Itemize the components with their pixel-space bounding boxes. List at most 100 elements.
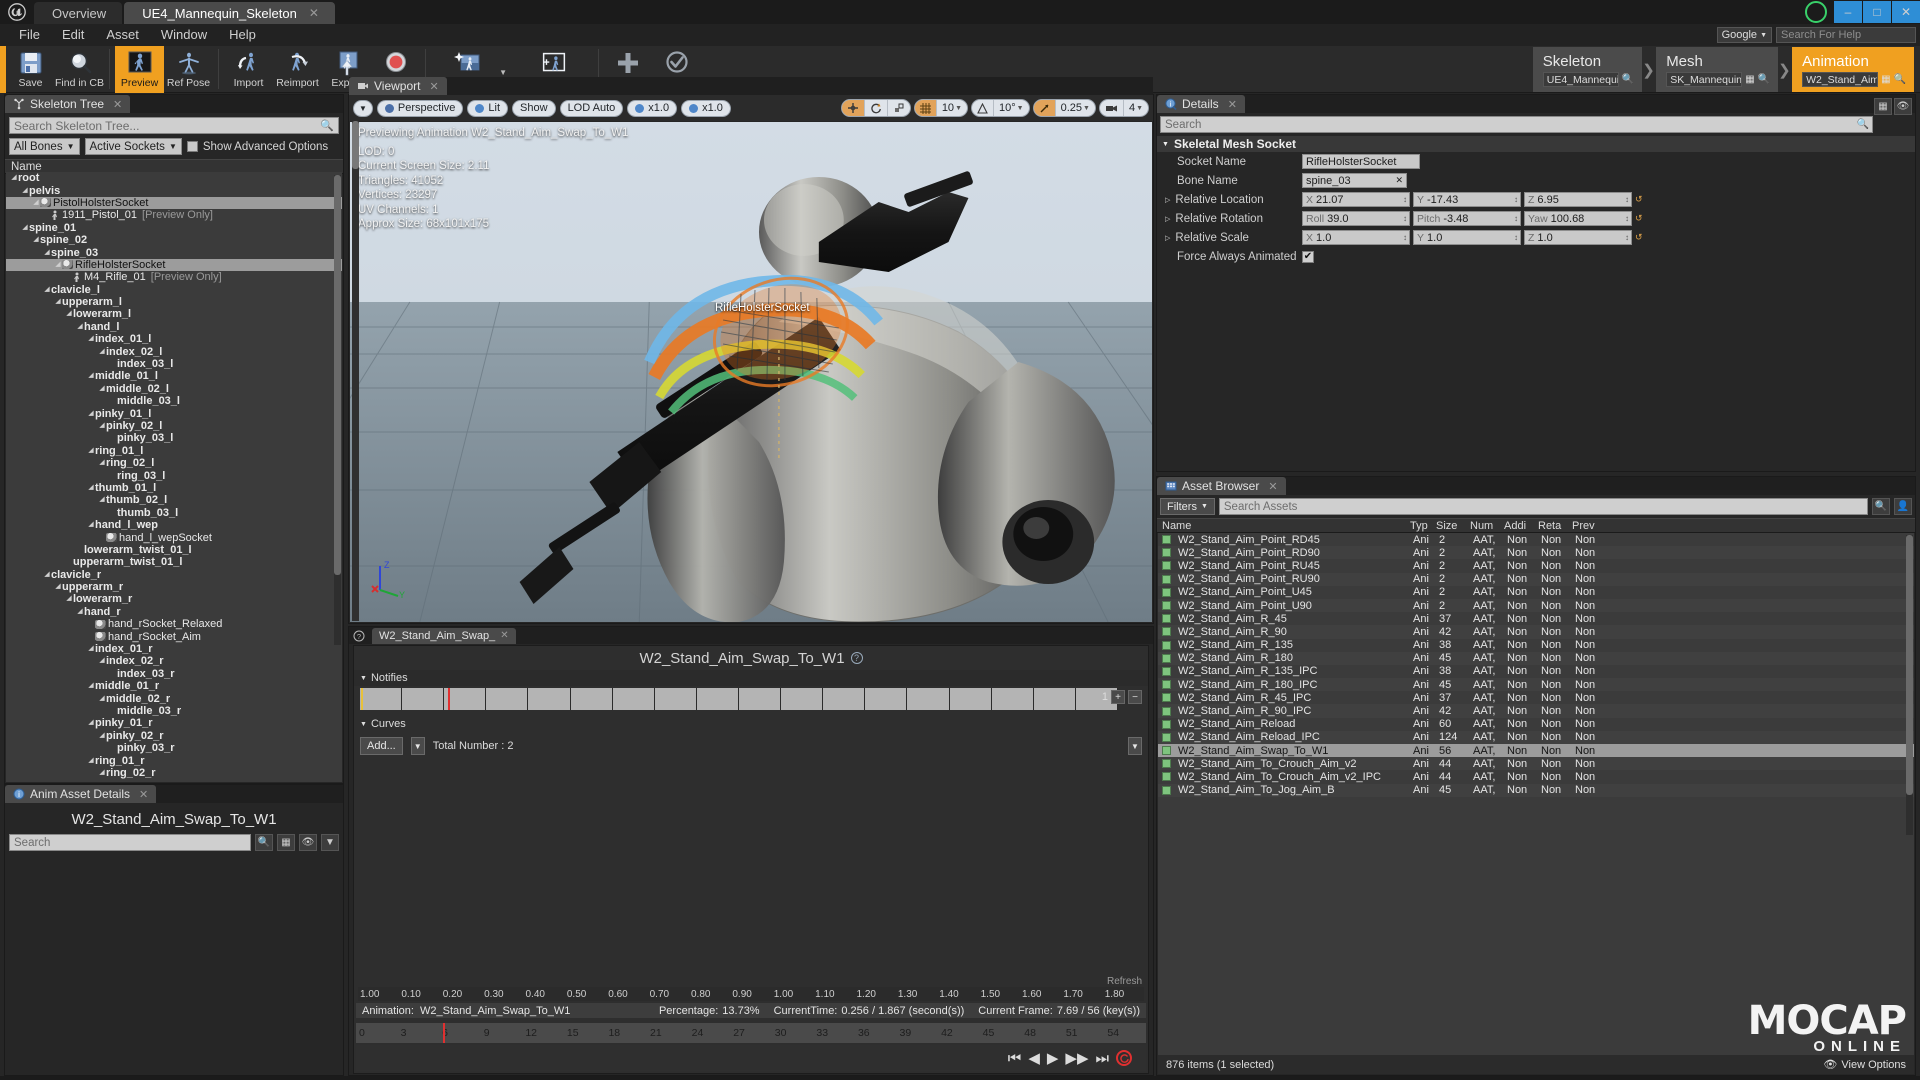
time-ruler[interactable]: 1.00 0.10 0.20 0.30 0.40 0.50 0.60 0.70 0.80 0.90…: [358, 987, 1144, 1001]
grid-icon[interactable]: ▦: [1881, 74, 1890, 85]
notify-cell[interactable]: [865, 688, 908, 710]
camera-speed-value[interactable]: 4 ▼: [1124, 100, 1148, 116]
expand-arrow-icon[interactable]: ◢: [87, 717, 95, 729]
grid-view-icon[interactable]: ▦: [1874, 98, 1892, 115]
spinner-icon[interactable]: ↕: [1514, 195, 1518, 204]
skeleton-tree-row[interactable]: ◢ clavicle_r: [6, 569, 342, 581]
skip-to-start-button[interactable]: ⏮: [1008, 1050, 1022, 1067]
window-tab-skeleton[interactable]: UE4_Mannequin_Skeleton ✕: [124, 2, 335, 24]
tab-asset-browser[interactable]: Asset Browser ✕: [1157, 477, 1286, 495]
anim-asset-search-input[interactable]: Search: [9, 834, 251, 851]
expand-arrow-icon[interactable]: ◢: [98, 655, 106, 667]
asset-row[interactable]: W2_Stand_Aim_Reload Ani 60 AAT, Non Non Non: [1158, 718, 1914, 731]
tab-skeleton-tree[interactable]: Skeleton Tree ✕: [5, 95, 131, 113]
skeleton-tree-row[interactable]: ◢ middle_01_r: [6, 680, 342, 692]
close-window-button[interactable]: ✕: [1892, 1, 1920, 23]
curves-options-dropdown[interactable]: ▼: [1128, 737, 1142, 755]
notify-cell[interactable]: [486, 688, 529, 710]
asset-row[interactable]: W2_Stand_Aim_R_180 Ani 45 AAT, Non Non Non: [1158, 651, 1914, 665]
asset-row[interactable]: W2_Stand_Aim_Point_RU45 Ani 2 AAT, Non Non Non: [1158, 559, 1914, 572]
skeleton-tree-row[interactable]: ◢ lowerarm_r: [6, 593, 342, 605]
skeleton-tree-row[interactable]: ◢ index_02_r: [6, 655, 342, 667]
expand-arrow-icon[interactable]: ▷: [1165, 196, 1170, 204]
close-icon[interactable]: ✕: [139, 788, 148, 801]
skeleton-tree-row[interactable]: ◢ index_01_l: [6, 333, 342, 345]
skeleton-tree-row[interactable]: ◢ spine_03: [6, 246, 342, 259]
expand-arrow-icon[interactable]: ◢: [43, 247, 51, 259]
skeleton-tree-row[interactable]: ◢ spine_02: [6, 234, 342, 246]
ref-pose-button[interactable]: Ref Pose: [164, 46, 213, 93]
chevron-down-icon[interactable]: ▼: [321, 834, 339, 851]
add-curve-dropdown[interactable]: ▼: [410, 737, 425, 755]
skeleton-tree-row[interactable]: ◢ clavicle_l: [6, 284, 342, 296]
notify-cell[interactable]: [738, 688, 782, 710]
reimport-button[interactable]: Reimport: [273, 46, 322, 93]
expand-arrow-icon[interactable]: ◢: [98, 457, 106, 469]
tab-anim-sequence[interactable]: W2_Stand_Aim_Swap_ ✕: [372, 627, 516, 644]
skeleton-tree-list[interactable]: ◢ root ◢ pelvis ◢ PistolHolsterSocket 1911_Pis…: [6, 172, 342, 782]
asset-row[interactable]: W2_Stand_Aim_Point_U90 Ani 2 AAT, Non Non Non: [1158, 598, 1914, 613]
expand-arrow-icon[interactable]: ◢: [98, 494, 106, 506]
spinner-icon[interactable]: ↕: [1514, 214, 1518, 223]
rotate-mode-icon[interactable]: [865, 100, 888, 116]
skeleton-tree-row[interactable]: ◢ hand_l_wep: [6, 519, 342, 531]
tab-details[interactable]: i Details ✕: [1157, 95, 1245, 113]
curves-track-header[interactable]: ▼ Curves: [354, 716, 1148, 732]
expand-arrow-icon[interactable]: ▷: [1165, 234, 1170, 242]
notifies-track-header[interactable]: ▼ Notifies: [354, 670, 1148, 686]
lod-dropdown[interactable]: LOD Auto: [559, 99, 624, 117]
skeleton-tree-row[interactable]: 1911_Pistol_01 [Preview Only]: [6, 209, 342, 221]
close-icon[interactable]: ✕: [1228, 98, 1237, 111]
perspective-dropdown[interactable]: Perspective: [376, 99, 464, 117]
reset-to-default-icon[interactable]: ↺: [1635, 232, 1643, 243]
asset-row[interactable]: W2_Stand_Aim_To_Crouch_Aim_v2 Ani 44 AAT, No…: [1158, 757, 1914, 771]
lit-dropdown[interactable]: Lit: [467, 99, 509, 117]
skeleton-tree-row[interactable]: ◢ thumb_01_l: [6, 482, 342, 494]
asset-row[interactable]: W2_Stand_Aim_R_180_IPC Ani 45 AAT, Non Non Non: [1158, 678, 1914, 692]
axis-input-yaw[interactable]: Yaw 100.68 ↕: [1524, 211, 1632, 226]
remove-notify-track-button[interactable]: −: [1128, 690, 1142, 704]
expand-arrow-icon[interactable]: ◢: [54, 581, 62, 593]
asset-column-header[interactable]: Addi: [1499, 520, 1533, 532]
expand-arrow-icon[interactable]: ◢: [32, 197, 40, 209]
notify-cell[interactable]: [444, 688, 487, 710]
asset-row[interactable]: W2_Stand_Aim_Point_RD90 Ani 2 AAT, Non Non Non: [1158, 546, 1914, 560]
scale-snap-toggle-icon[interactable]: [1033, 100, 1056, 116]
skeleton-tree-row[interactable]: ◢ index_02_l: [6, 345, 342, 358]
expand-arrow-icon[interactable]: ◢: [87, 680, 95, 692]
asset-row[interactable]: W2_Stand_Aim_R_45_IPC Ani 37 AAT, Non Non Non: [1158, 691, 1914, 704]
skeleton-tree-row[interactable]: ◢ root: [6, 172, 342, 184]
spinner-icon[interactable]: ↕: [1403, 195, 1407, 204]
asset-browser-scrollbar[interactable]: [1906, 535, 1913, 835]
animation-asset-value[interactable]: W2_Stand_Aim: [1802, 72, 1879, 87]
skeleton-tree-row[interactable]: upperarm_twist_01_l: [6, 556, 342, 568]
search-icon[interactable]: 🔍: [1894, 74, 1906, 85]
expand-arrow-icon[interactable]: ◢: [98, 383, 106, 395]
mesh-asset-value[interactable]: SK_Mannequin: [1666, 72, 1743, 87]
expand-arrow-icon[interactable]: ◢: [87, 482, 95, 494]
search-icon[interactable]: 🔍: [1758, 74, 1770, 85]
skeleton-tree-row[interactable]: pinky_03_l: [6, 432, 342, 444]
settings-eye-icon[interactable]: 👁: [1894, 98, 1912, 115]
expand-arrow-icon[interactable]: ▷: [1165, 215, 1170, 223]
google-search-selector[interactable]: Google ▼: [1716, 27, 1772, 43]
asset-row[interactable]: W2_Stand_Aim_R_135 Ani 38 AAT, Non Non Non: [1158, 639, 1914, 652]
expand-arrow-icon[interactable]: ◢: [43, 569, 51, 581]
asset-browser-list[interactable]: W2_Stand_Aim_Point_RD45 Ani 2 AAT, Non Non Non…: [1158, 533, 1914, 1055]
import-button[interactable]: Import: [224, 46, 273, 93]
spinner-icon[interactable]: ↕: [1625, 195, 1629, 204]
grid-snap-value[interactable]: 10 ▼: [937, 100, 967, 116]
expand-arrow-icon[interactable]: ◢: [98, 730, 106, 742]
expand-arrow-icon[interactable]: ◢: [98, 420, 106, 432]
persona-mesh-mode[interactable]: Mesh SK_Mannequin ▦ 🔍: [1656, 47, 1779, 92]
asset-column-header[interactable]: Num: [1465, 520, 1499, 532]
skeleton-tree-row[interactable]: lowerarm_twist_01_l: [6, 544, 342, 556]
skeleton-tree-scrollbar[interactable]: [334, 175, 341, 645]
expand-arrow-icon[interactable]: ◢: [87, 333, 95, 345]
expand-arrow-icon[interactable]: ◢: [21, 222, 29, 234]
preview-button[interactable]: Preview: [115, 46, 164, 93]
tab-viewport[interactable]: Viewport ✕: [349, 77, 447, 95]
axis-input-roll[interactable]: Roll 39.0 ↕: [1302, 211, 1410, 226]
skeleton-tree-row[interactable]: ◢ hand_r: [6, 606, 342, 618]
skeleton-tree-search-input[interactable]: Search Skeleton Tree... 🔍: [9, 117, 339, 134]
